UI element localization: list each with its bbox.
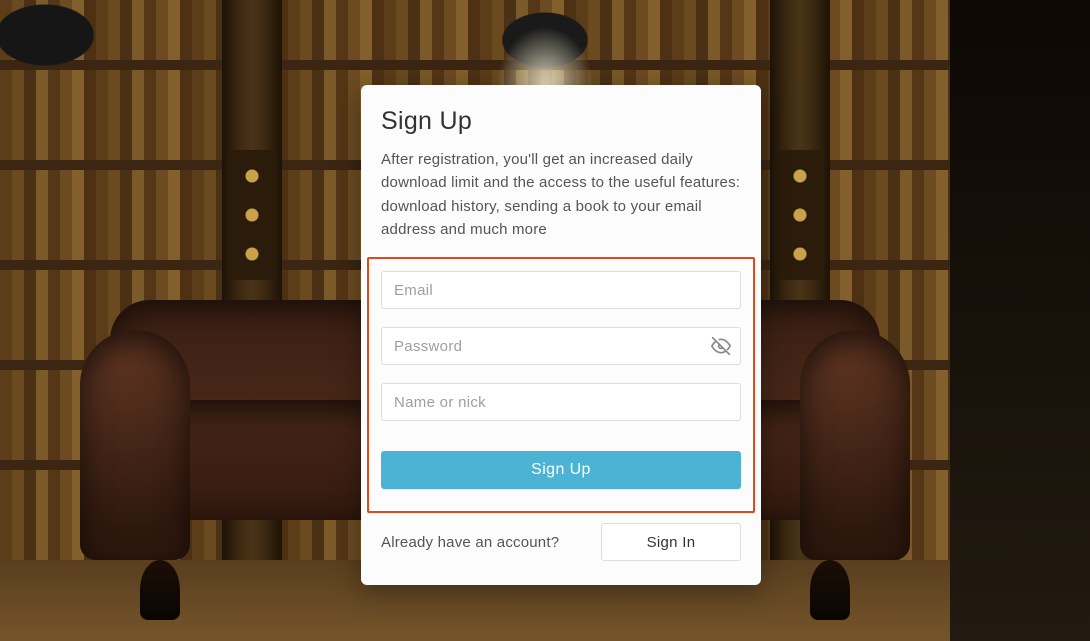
password-field[interactable] — [381, 327, 741, 365]
signup-form-highlight: Sign Up — [367, 257, 755, 513]
eye-off-icon[interactable] — [711, 336, 731, 356]
page-background: Sign Up After registration, you'll get a… — [0, 0, 1090, 641]
modal-description: After registration, you'll get an increa… — [381, 148, 741, 241]
modal-title: Sign Up — [381, 107, 741, 136]
signin-button[interactable]: Sign In — [601, 523, 741, 561]
signup-button[interactable]: Sign Up — [381, 451, 741, 489]
signup-modal: Sign Up After registration, you'll get a… — [361, 85, 761, 585]
already-have-account-text: Already have an account? — [381, 534, 559, 551]
email-field[interactable] — [381, 271, 741, 309]
name-field[interactable] — [381, 383, 741, 421]
